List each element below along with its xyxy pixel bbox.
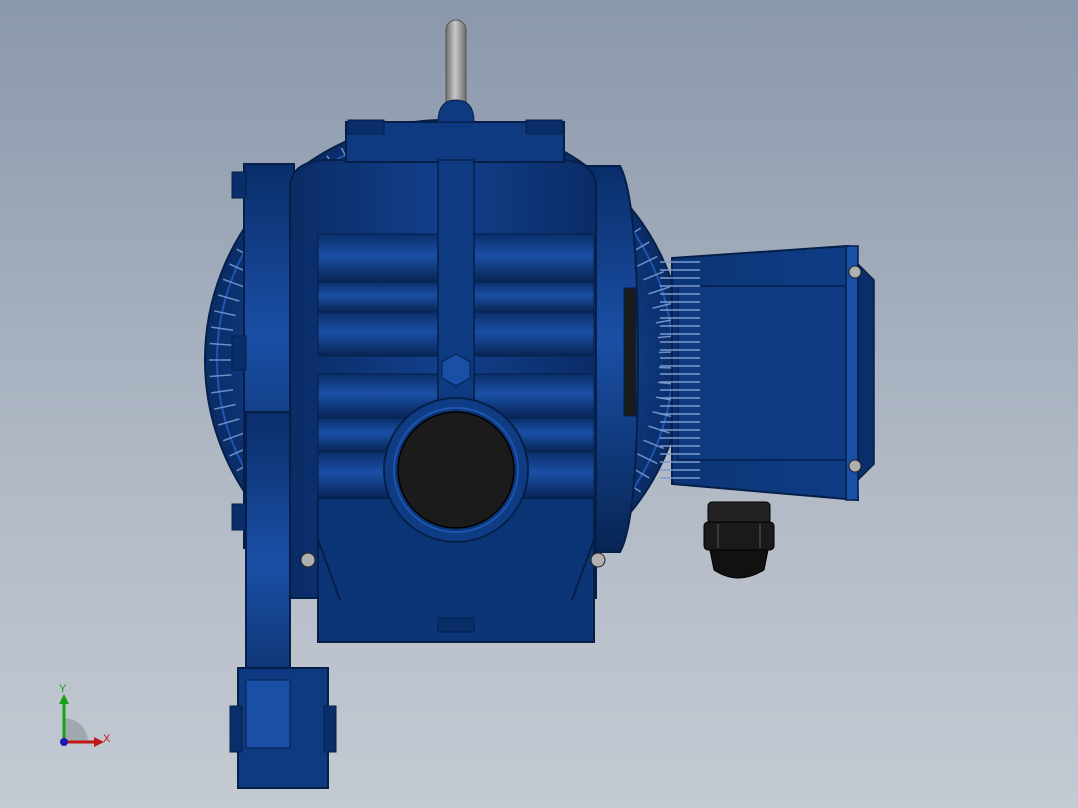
gearbox-housing[interactable] <box>289 119 606 643</box>
bolt-icon <box>590 552 606 568</box>
top-handle[interactable] <box>437 19 475 123</box>
coordinate-triad: Y X <box>50 684 120 754</box>
bolt-icon <box>848 459 862 473</box>
y-axis-label: Y <box>59 683 67 695</box>
output-bore[interactable] <box>383 397 529 543</box>
z-axis-dot <box>60 738 68 746</box>
y-arrow-icon <box>59 694 69 704</box>
terminal-box[interactable] <box>660 244 875 502</box>
actuator-model[interactable] <box>0 0 1078 808</box>
bolt-icon <box>300 552 316 568</box>
bolt-icon <box>848 265 862 279</box>
x-axis-label: X <box>103 733 111 745</box>
graphics-viewport[interactable]: Y X <box>0 0 1078 808</box>
cable-gland[interactable] <box>703 501 775 579</box>
